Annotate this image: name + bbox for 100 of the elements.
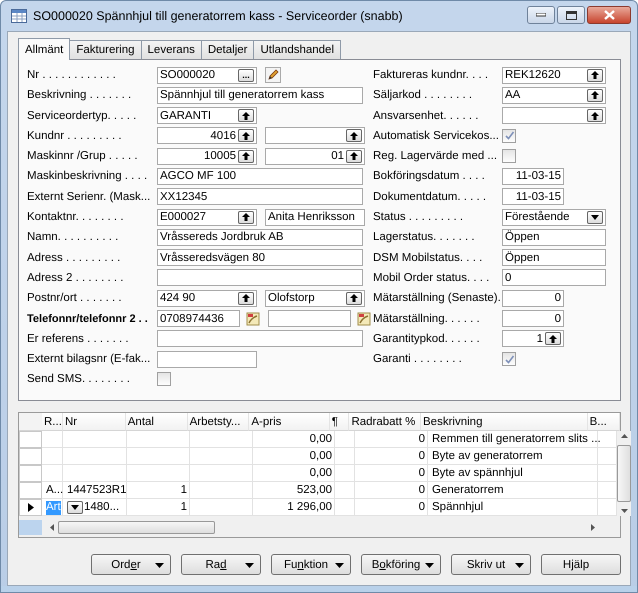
column-header[interactable]: A-pris: [249, 413, 330, 431]
text-field[interactable]: Öppen: [502, 228, 606, 246]
lookup-button[interactable]: [238, 150, 254, 163]
number-field[interactable]: SO000020 ...: [157, 66, 257, 84]
dropdown-button[interactable]: [587, 210, 603, 224]
tab[interactable]: Detaljer: [200, 40, 254, 59]
tab[interactable]: Fakturering: [69, 40, 142, 59]
assist-button[interactable]: ...: [238, 68, 254, 82]
tab[interactable]: Leverans: [140, 40, 202, 59]
row-selector[interactable]: [19, 499, 42, 516]
lookup-field[interactable]: E000027: [157, 208, 257, 226]
left-arrow-icon[interactable]: [50, 524, 54, 531]
column-header[interactable]: B...: [588, 413, 620, 431]
lookup-button[interactable]: [238, 292, 254, 305]
column-header[interactable]: Radrabatt %: [349, 413, 422, 431]
text-field[interactable]: 11-03-15: [502, 188, 564, 206]
right-arrow-icon[interactable]: [591, 524, 595, 531]
lookup-button[interactable]: [238, 129, 254, 142]
caret-icon: [591, 214, 599, 220]
scroll-thumb[interactable]: [617, 445, 631, 502]
text-field[interactable]: [157, 330, 363, 348]
field-label: Garanti . . . . . . . .: [373, 353, 463, 366]
text-field[interactable]: Anita Henriksson: [265, 208, 365, 226]
lookup-button[interactable]: [346, 129, 362, 142]
lookup-field[interactable]: 424 90: [157, 290, 257, 307]
maximize-button[interactable]: [557, 6, 585, 24]
text-field[interactable]: AGCO MF 100: [157, 168, 363, 185]
lookup-button[interactable]: [587, 88, 603, 102]
minimize-icon: [536, 13, 546, 17]
up-arrow-icon: [350, 152, 358, 160]
phone-field[interactable]: [268, 310, 351, 328]
button-label: Funktion: [284, 558, 328, 570]
text-field[interactable]: 0: [502, 310, 564, 328]
field-label: Mätarställning. . . . . .: [373, 312, 481, 325]
action-button[interactable]: Hjälp: [541, 554, 621, 575]
lookup-field[interactable]: 1: [502, 330, 564, 348]
lookup-field[interactable]: 01: [265, 148, 365, 165]
tab[interactable]: Allmänt: [18, 38, 70, 60]
lookup-button[interactable]: [238, 109, 254, 122]
field-label: Mobil Order status. . . .: [373, 272, 490, 284]
column-header[interactable]: Beskrivning: [421, 413, 588, 431]
text-field[interactable]: Öppen: [502, 249, 606, 266]
lookup-field[interactable]: [502, 107, 606, 124]
scroll-thumb[interactable]: [58, 521, 215, 534]
lookup-field[interactable]: AA: [502, 86, 606, 104]
lookup-button[interactable]: [346, 292, 362, 305]
column-header[interactable]: R...: [42, 413, 63, 431]
text-field[interactable]: [157, 350, 257, 368]
action-button[interactable]: Bokföring: [361, 554, 441, 575]
text-field[interactable]: 0: [502, 290, 564, 307]
window-title: SO000020 Spännhjul till generatorrem kass - Serviceorder (snabb): [33, 9, 404, 23]
text-field[interactable]: 11-03-15: [502, 168, 564, 185]
action-button[interactable]: Skriv ut: [451, 554, 531, 575]
column-header[interactable]: Nr: [63, 413, 126, 431]
action-button[interactable]: Funktion: [271, 554, 351, 575]
text-field[interactable]: Vråssereds Jordbruk AB: [157, 228, 363, 246]
phone-book-icon[interactable]: [246, 312, 260, 326]
up-arrow-icon: [591, 71, 599, 79]
phone-field[interactable]: 0708974436: [157, 310, 240, 328]
edit-button[interactable]: [265, 67, 281, 83]
minimize-button[interactable]: [527, 6, 555, 24]
column-header[interactable]: Antal: [126, 413, 188, 431]
action-button[interactable]: Rad: [181, 554, 261, 575]
field-label: Bokföringsdatum . . . .: [373, 170, 486, 182]
dropdown[interactable]: Förestående: [502, 208, 606, 226]
text-field[interactable]: Spännhjul till generatorrem kass: [157, 86, 363, 104]
close-button[interactable]: [587, 6, 631, 24]
checkbox[interactable]: [157, 372, 171, 386]
column-header[interactable]: ¶: [330, 413, 350, 431]
lookup-field[interactable]: Olofstorp: [265, 290, 365, 307]
column-header[interactable]: Arbetsty...: [188, 413, 250, 431]
tab[interactable]: Utlandshandel: [253, 40, 342, 59]
down-arrow-icon[interactable]: [620, 509, 628, 513]
text-field[interactable]: Vråsseredsvägen 80: [157, 249, 363, 266]
lookup-button[interactable]: [587, 68, 603, 82]
phone-book-icon[interactable]: [357, 312, 371, 326]
action-button[interactable]: Order: [91, 554, 171, 575]
field-label: Kundnr . . . . . . . . .: [27, 130, 123, 142]
table-cell[interactable]: 1480...: [63, 499, 127, 516]
cell-text: 1480...: [84, 501, 120, 515]
lookup-button[interactable]: [587, 109, 603, 122]
lookup-field[interactable]: GARANTI: [157, 107, 257, 124]
lookup-field[interactable]: [265, 127, 365, 144]
text-field[interactable]: XX12345: [157, 188, 363, 206]
field-label: Lagerstatus. . . . . . .: [373, 231, 476, 244]
checkbox[interactable]: [502, 128, 516, 143]
lookup-button[interactable]: [346, 150, 362, 163]
lookup-field[interactable]: 10005: [157, 148, 257, 165]
dropdown-button[interactable]: [67, 501, 83, 514]
up-arrow-icon: [350, 132, 358, 140]
checkbox[interactable]: [502, 149, 516, 164]
checkbox[interactable]: [502, 352, 516, 366]
up-arrow-icon: [242, 112, 250, 120]
up-arrow-icon[interactable]: [620, 434, 628, 438]
lookup-button[interactable]: [545, 332, 561, 346]
text-field[interactable]: [157, 269, 363, 286]
lookup-field[interactable]: REK12620: [502, 66, 606, 84]
lookup-field[interactable]: 4016: [157, 127, 257, 144]
lookup-button[interactable]: [238, 210, 254, 224]
text-field[interactable]: 0: [502, 269, 606, 286]
